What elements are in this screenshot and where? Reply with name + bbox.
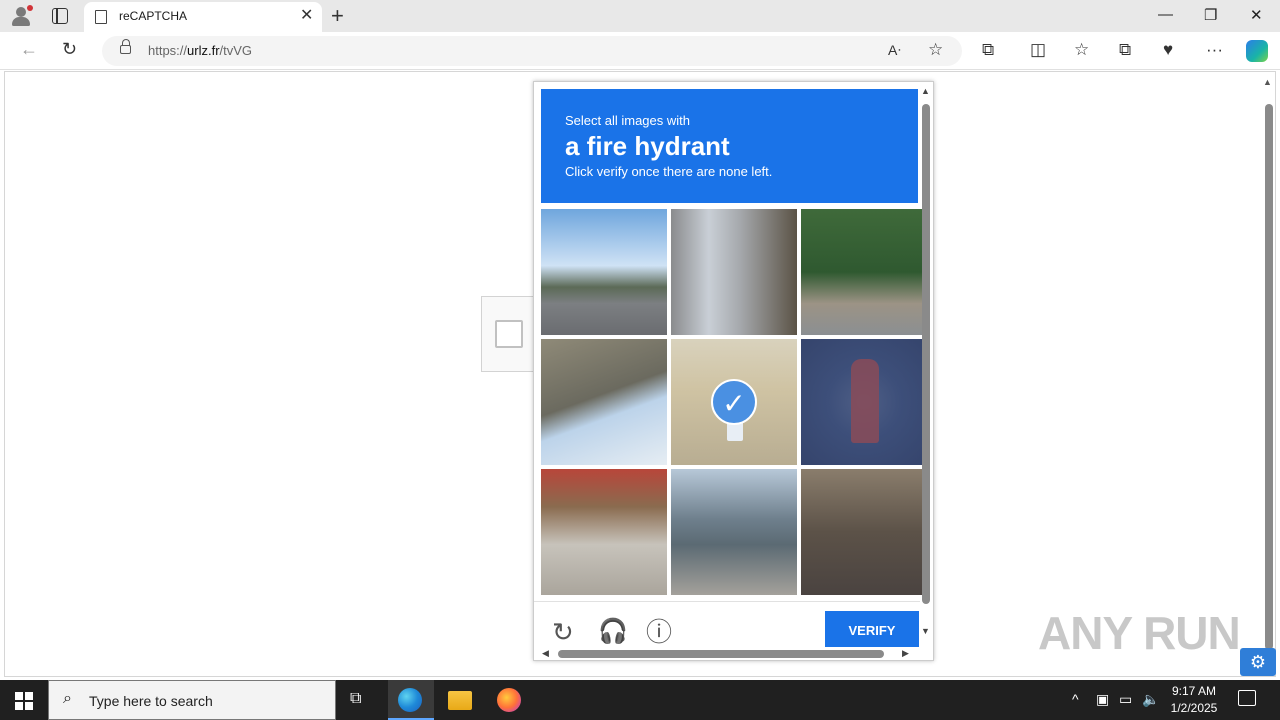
tray-chevron-icon[interactable]: ^ [1072, 691, 1079, 707]
browser-essentials-icon[interactable]: ♥ [1163, 40, 1173, 60]
challenge-scroll-left-icon[interactable]: ◀ [542, 648, 549, 659]
favorites-icon[interactable]: ☆ [1074, 40, 1089, 60]
challenge-horizontal-scrollbar[interactable] [558, 650, 884, 658]
windows-start-icon[interactable] [15, 692, 33, 710]
page-scrollbar[interactable] [1265, 104, 1273, 650]
challenge-scroll-down-icon[interactable]: ▼ [921, 626, 930, 636]
extensions-icon[interactable]: ⧉ [982, 40, 994, 60]
captcha-tile-7[interactable] [541, 469, 667, 595]
file-explorer-icon[interactable] [448, 691, 472, 710]
anyrun-watermark: ANY RUN [1038, 607, 1241, 659]
close-window-button[interactable]: ✕ [1250, 6, 1263, 24]
captcha-tile-1[interactable] [541, 209, 667, 335]
selected-check-icon: ✓ [711, 379, 757, 425]
captcha-tile-6[interactable] [801, 339, 927, 465]
favorite-star-icon[interactable]: ☆ [928, 40, 943, 60]
network-icon[interactable]: ▭ [1119, 691, 1132, 708]
captcha-tile-3[interactable] [801, 209, 927, 335]
tab-title: reCAPTCHA [119, 9, 188, 23]
task-view-icon[interactable]: ⧉ [350, 690, 361, 708]
more-menu-icon[interactable]: ··· [1206, 40, 1223, 60]
page-icon [95, 10, 107, 24]
minimize-button[interactable]: — [1158, 6, 1173, 23]
tab-actions-icon[interactable] [52, 8, 68, 24]
hydrant-shape [851, 359, 879, 443]
address-bar[interactable]: https://urlz.fr/tvVG Aᐧ ☆ [102, 36, 962, 66]
prompt-instruction: Click verify once there are none left. [565, 164, 773, 179]
tab-close-icon[interactable]: ✕ [300, 7, 313, 25]
volume-icon[interactable]: 🔈 [1142, 691, 1159, 708]
url-text: https://urlz.fr/tvVG [148, 43, 253, 58]
challenge-header: Select all images with a fire hydrant Cl… [541, 89, 918, 203]
page-scroll-up-icon[interactable]: ▲ [1263, 77, 1272, 87]
collections-icon[interactable]: ⧉ [1119, 40, 1131, 60]
challenge-scroll-up-icon[interactable]: ▲ [921, 86, 930, 96]
clock-date: 1/2/2025 [1170, 701, 1218, 715]
browser-toolbar: ← ↻ https://urlz.fr/tvVG Aᐧ ☆ ⧉ ◫ ☆ ⧉ ♥ … [0, 32, 1280, 70]
taskbar: ⌕ Type here to search ⧉ ^ ▣ ▭ 🔈 9:17 AM … [0, 680, 1280, 720]
reload-icon[interactable]: ↻ [62, 39, 77, 60]
split-screen-icon[interactable]: ◫ [1030, 40, 1046, 60]
tab-recaptcha[interactable]: reCAPTCHA ✕ [84, 2, 322, 32]
back-icon[interactable]: ← [20, 39, 38, 60]
captcha-tile-8[interactable] [671, 469, 797, 595]
info-icon[interactable]: ⓘ [646, 618, 672, 646]
reload-challenge-icon[interactable]: ↻ [552, 618, 574, 646]
prompt-target: a fire hydrant [565, 131, 730, 161]
captcha-tile-9[interactable] [801, 469, 927, 595]
firefox-icon[interactable] [497, 688, 521, 712]
captcha-tile-4[interactable] [541, 339, 667, 465]
taskbar-search-box[interactable]: ⌕ Type here to search [48, 680, 336, 720]
new-tab-button[interactable]: + [331, 3, 344, 29]
recaptcha-challenge: Select all images with a fire hydrant Cl… [533, 81, 934, 661]
copilot-icon[interactable] [1246, 40, 1268, 62]
audio-challenge-icon[interactable]: 🎧 [598, 618, 628, 646]
tab-strip: reCAPTCHA ✕ + — ❐ ✕ [0, 0, 1280, 32]
verify-button[interactable]: VERIFY [825, 611, 919, 647]
recaptcha-anchor [481, 296, 535, 372]
read-aloud-icon[interactable]: Aᐧ [888, 42, 901, 59]
clock-time: 9:17 AM [1171, 684, 1217, 698]
recaptcha-checkbox[interactable] [495, 320, 523, 348]
system-clock[interactable]: 9:17 AM 1/2/2025 [1160, 683, 1228, 717]
edge-browser-icon[interactable] [398, 688, 422, 712]
lock-icon[interactable] [120, 39, 131, 54]
restore-button[interactable]: ❐ [1204, 6, 1217, 24]
challenge-vertical-scrollbar[interactable] [922, 104, 930, 604]
captcha-tile-2[interactable] [671, 209, 797, 335]
challenge-scroll-right-icon[interactable]: ▶ [902, 648, 909, 659]
profile-avatar-icon[interactable] [10, 5, 33, 27]
footer-divider [534, 601, 920, 602]
search-icon: ⌕ [63, 690, 72, 707]
captcha-tile-5[interactable]: ✓ [671, 339, 797, 465]
tray-device-icon[interactable]: ▣ [1096, 691, 1109, 708]
settings-gear-icon[interactable]: ⚙ [1240, 648, 1276, 676]
notification-icon[interactable] [1238, 690, 1256, 706]
search-placeholder: Type here to search [89, 693, 213, 709]
prompt-line: Select all images with [565, 113, 690, 128]
